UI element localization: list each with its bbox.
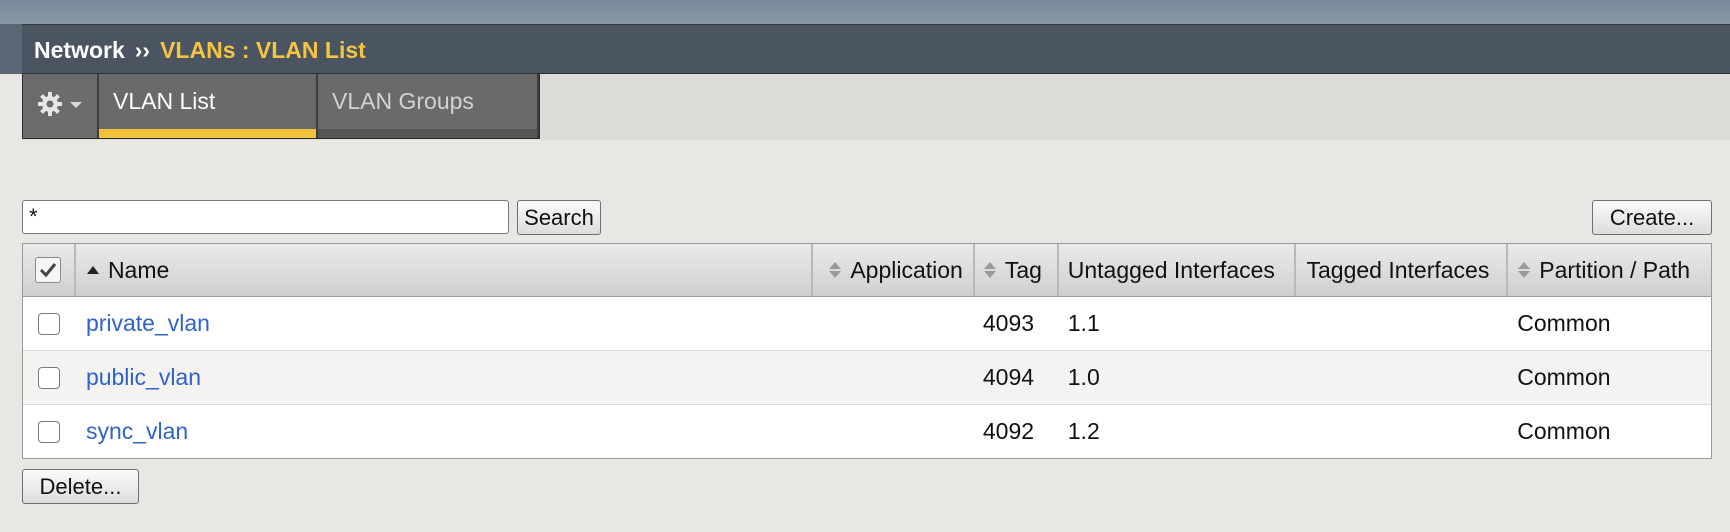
column-header-label: Name [107,256,170,283]
breadcrumb-current: VLANs : VLAN List [160,37,366,63]
tab-bar: VLAN List VLAN Groups [22,74,540,139]
chevron-down-icon [69,97,83,115]
partition-cell: Common [1517,310,1611,336]
gear-menu-button[interactable] [23,74,99,138]
application-cell [813,405,975,458]
untagged-cell: 1.0 [1067,364,1100,390]
sort-icon [983,261,997,279]
sort-icon [1517,261,1531,279]
row-checkbox[interactable] [38,312,61,335]
vlan-name-link[interactable]: private_vlan [86,310,210,337]
tab-strip: VLAN List VLAN Groups [22,74,1730,140]
top-band [0,0,1730,24]
row-checkbox[interactable] [38,420,61,443]
tagged-cell [1296,351,1508,404]
search-button[interactable]: Search [517,200,601,235]
select-all-cell [23,244,76,296]
application-cell [813,351,975,404]
sort-icon [828,261,842,279]
column-header-application[interactable]: Application [813,244,975,296]
column-header-label: Application [850,256,963,283]
gear-icon [37,91,63,122]
column-header-tagged-interfaces: Tagged Interfaces [1296,244,1509,296]
column-header-untagged-interfaces: Untagged Interfaces [1059,244,1297,296]
delete-button[interactable]: Delete... [22,469,139,504]
title-left-edge [0,24,22,74]
table-header: Name Application Tag Untagged Interfaces… [23,244,1711,297]
column-header-partition-path[interactable]: Partition / Path [1508,244,1711,296]
application-cell [813,297,975,350]
row-select-cell [23,351,76,404]
tag-cell: 4092 [982,418,1035,444]
vlan-name-link[interactable]: sync_vlan [86,418,188,445]
active-tab-indicator [99,129,316,138]
row-select-cell [23,405,76,458]
table-row: sync_vlan 4092 1.2 Common [23,405,1711,458]
tab-label: VLAN Groups [332,88,474,114]
tag-cell: 4094 [982,364,1035,390]
column-header-label: Tag [1004,256,1042,283]
partition-cell: Common [1517,364,1611,390]
breadcrumb: Network ›› VLANs : VLAN List [34,37,366,64]
column-header-label: Partition / Path [1539,256,1691,283]
untagged-cell: 1.1 [1067,310,1100,336]
vlan-table: Name Application Tag Untagged Interfaces… [22,243,1712,459]
table-row: private_vlan 4093 1.1 Common [23,297,1711,351]
tag-cell: 4093 [982,310,1035,336]
table-row: public_vlan 4094 1.0 Common [23,351,1711,405]
title-bar: Network ›› VLANs : VLAN List [22,24,1730,74]
tab-label: VLAN List [113,88,216,114]
name-cell: private_vlan [76,297,813,350]
tagged-cell [1296,405,1508,458]
column-header-name[interactable]: Name [76,244,814,296]
column-header-label: Untagged Interfaces [1067,256,1275,283]
vlan-name-link[interactable]: public_vlan [86,364,201,391]
name-cell: public_vlan [76,351,813,404]
name-cell: sync_vlan [76,405,813,458]
partition-cell: Common [1517,418,1611,444]
select-all-checkbox[interactable] [35,257,62,283]
search-input[interactable] [22,200,509,234]
tab-indicator [318,129,537,138]
tab-vlan-groups[interactable]: VLAN Groups [318,74,537,138]
create-button[interactable]: Create... [1592,200,1712,235]
column-header-tag[interactable]: Tag [975,244,1059,296]
column-header-label: Tagged Interfaces [1306,256,1490,283]
breadcrumb-root[interactable]: Network [34,37,125,63]
tagged-cell [1296,297,1508,350]
checkmark-icon [40,263,57,278]
row-checkbox[interactable] [38,366,61,389]
row-select-cell [23,297,76,350]
breadcrumb-separator: ›› [134,37,151,63]
untagged-cell: 1.2 [1067,418,1100,444]
tab-vlan-list[interactable]: VLAN List [99,74,318,138]
sort-ascending-icon [86,265,100,275]
